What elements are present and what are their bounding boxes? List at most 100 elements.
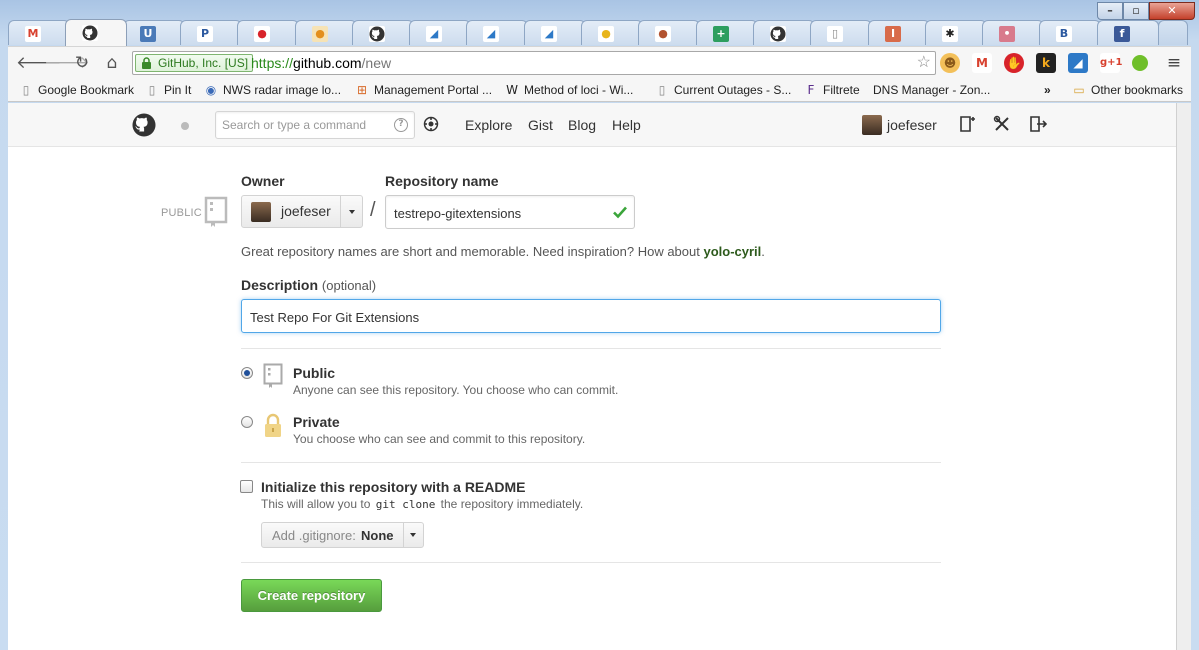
extension-k-icon[interactable]: k xyxy=(1036,53,1056,73)
back-button[interactable]: 🡐 xyxy=(16,53,62,73)
bookmark-star-icon[interactable]: ☆ xyxy=(917,52,931,74)
sign-out-icon[interactable] xyxy=(1029,115,1047,133)
browser-tab[interactable]: ● xyxy=(294,20,357,45)
nav-explore-link[interactable]: Explore xyxy=(465,117,512,133)
owner-repo-separator: / xyxy=(370,199,376,221)
maximize-button[interactable]: ▫ xyxy=(1123,2,1149,20)
browser-tab[interactable]: ◢ xyxy=(466,20,529,45)
notification-indicator-icon[interactable] xyxy=(181,122,189,130)
new-tab-button[interactable] xyxy=(1158,20,1188,45)
close-window-button[interactable]: ✕ xyxy=(1149,2,1195,20)
browser-tab[interactable]: + xyxy=(695,20,758,45)
extension-status-icon[interactable] xyxy=(1132,55,1148,71)
browser-tab[interactable]: • xyxy=(982,20,1045,45)
gitignore-value: None xyxy=(361,528,394,543)
browser-tab[interactable]: U xyxy=(122,20,185,45)
bookmark-item[interactable]: ◉ NWS radar image lo... xyxy=(203,82,341,99)
browser-tab[interactable]: I xyxy=(867,20,930,45)
gitignore-dropdown[interactable]: Add .gitignore: None xyxy=(261,522,424,548)
repository-name-field[interactable] xyxy=(385,195,635,229)
bookmark-item[interactable]: ▯ Pin It xyxy=(144,82,192,99)
extension-adblock-icon[interactable]: ✋ xyxy=(1004,53,1024,73)
bookmark-item[interactable]: ▭ Other bookmarks xyxy=(1071,82,1183,99)
chevron-down-icon[interactable] xyxy=(410,533,416,537)
bookmark-label: Management Portal ... xyxy=(374,83,493,97)
suggested-repo-name[interactable]: yolo-cyril xyxy=(703,244,761,259)
browser-tab[interactable]: ▯ xyxy=(810,20,873,45)
search-input[interactable] xyxy=(222,116,382,134)
page-scrollbar[interactable] xyxy=(1176,103,1191,650)
chevron-down-icon[interactable] xyxy=(349,210,355,214)
owner-dropdown-divider xyxy=(340,196,341,227)
ev-certificate-badge[interactable]: GitHub, Inc. [US] xyxy=(135,54,254,72)
divider xyxy=(241,462,941,463)
bookmarks-overflow-icon[interactable]: » xyxy=(1044,82,1051,99)
tab-strip: M U P ● ● ◢ ◢ ◢ ● ● + ▯ I ✱ • Bf xyxy=(8,18,1188,46)
browser-tab[interactable]: ● xyxy=(638,20,701,45)
browser-tab[interactable]: f xyxy=(1096,20,1159,45)
minimize-button[interactable]: – xyxy=(1097,2,1123,20)
bookmark-item[interactable]: ⊞ Management Portal ... xyxy=(354,82,492,99)
public-radio[interactable] xyxy=(241,367,253,379)
browser-tab[interactable] xyxy=(351,20,414,45)
browser-tab[interactable]: ● xyxy=(237,20,300,45)
readme-checkbox[interactable] xyxy=(240,480,253,493)
github-icon xyxy=(368,26,385,42)
browser-tab[interactable]: B xyxy=(1039,20,1102,45)
bookmark-label: Pin It xyxy=(164,83,192,97)
command-palette-icon[interactable] xyxy=(423,116,439,132)
extension-gmail-icon[interactable]: M xyxy=(972,53,992,73)
browser-tab[interactable]: M xyxy=(8,20,70,45)
nav-blog-link[interactable]: Blog xyxy=(568,117,596,133)
browser-tab[interactable]: ◢ xyxy=(523,20,586,45)
bookmark-label: Current Outages - S... xyxy=(674,83,792,97)
doc-icon: ▯ xyxy=(658,83,666,97)
user-avatar[interactable] xyxy=(862,115,882,135)
github-octocat-icon[interactable] xyxy=(132,113,156,137)
browser-tab[interactable]: ● xyxy=(581,20,643,45)
private-lock-icon xyxy=(265,413,281,437)
bookmark-item[interactable]: ▯ Current Outages - S... xyxy=(654,82,792,99)
browser-tab[interactable]: ✱ xyxy=(924,20,987,45)
orange-icon: I xyxy=(884,26,901,42)
browser-tab[interactable]: ◢ xyxy=(409,20,472,45)
bookmark-label: Method of loci - Wi... xyxy=(524,83,634,97)
github-icon xyxy=(769,26,786,42)
bookmark-item[interactable]: F Filtrete xyxy=(803,82,860,99)
extension-face-icon[interactable]: ☻ xyxy=(940,53,960,73)
bookmark-label: NWS radar image lo... xyxy=(223,83,342,97)
bookmark-item[interactable]: W Method of loci - Wi... xyxy=(504,82,633,99)
search-help-icon[interactable]: ? xyxy=(394,118,408,132)
valid-check-icon xyxy=(613,206,627,219)
private-radio[interactable] xyxy=(241,416,253,428)
user-name-link[interactable]: joefeser xyxy=(887,117,937,133)
description-field[interactable] xyxy=(241,299,941,333)
extension-azure-icon[interactable]: ◢ xyxy=(1068,53,1088,73)
command-search-box[interactable]: ? xyxy=(215,111,415,139)
settings-tools-icon[interactable] xyxy=(993,115,1011,133)
github-page: ? Explore Gist Blog Help joefeser xyxy=(8,103,1176,650)
owner-dropdown[interactable]: joefeser xyxy=(241,195,363,228)
description-input[interactable] xyxy=(250,308,930,326)
nav-gist-link[interactable]: Gist xyxy=(528,117,553,133)
puppy-icon: ● xyxy=(655,26,672,42)
bookmark-item[interactable]: DNS Manager - Zon... xyxy=(873,82,990,99)
browser-tab[interactable] xyxy=(752,20,815,45)
create-new-repo-icon[interactable] xyxy=(958,115,976,133)
nav-help-link[interactable]: Help xyxy=(612,117,641,133)
bookmark-item[interactable]: ▯ Google Bookmark xyxy=(18,82,134,99)
pink-icon: • xyxy=(999,26,1016,42)
reload-button[interactable]: ↻ xyxy=(72,53,92,73)
private-option-desc: You choose who can see and commit to thi… xyxy=(293,432,586,446)
create-repository-button[interactable]: Create repository xyxy=(241,579,382,612)
extension-gplus-icon[interactable]: g+1 xyxy=(1100,53,1123,73)
home-button[interactable]: ⌂ xyxy=(102,53,122,73)
forward-button[interactable]: 🡒 xyxy=(44,53,90,73)
address-bar[interactable]: GitHub, Inc. [US] https://github.com/new… xyxy=(132,51,936,75)
browser-tab[interactable] xyxy=(65,19,128,46)
bookmark-label: DNS Manager - Zon... xyxy=(873,83,991,97)
chrome-menu-icon[interactable]: ≡ xyxy=(1164,53,1184,73)
repository-name-input[interactable] xyxy=(394,204,604,222)
browser-tab[interactable]: P xyxy=(179,20,242,45)
bucket-icon: U xyxy=(139,26,156,42)
